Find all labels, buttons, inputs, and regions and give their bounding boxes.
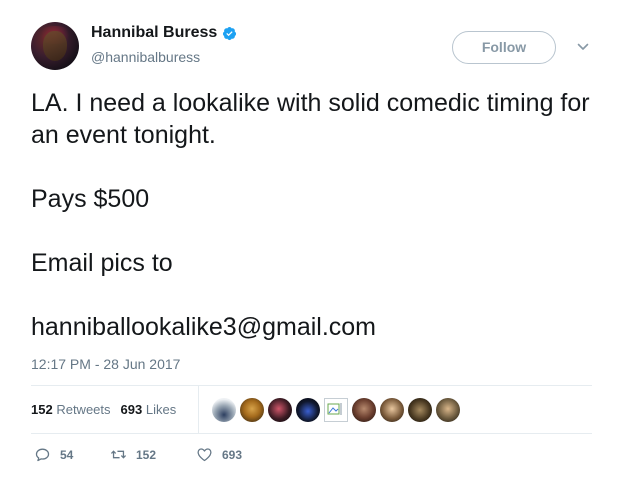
tweet-timestamp[interactable]: 12:17 PM - 28 Jun 2017 — [31, 356, 180, 372]
liker-avatar[interactable] — [436, 398, 460, 422]
liker-avatar[interactable] — [408, 398, 432, 422]
stats-separator — [198, 386, 199, 433]
broken-image-glyph — [327, 403, 342, 415]
tweet-line: Pays $500 — [31, 185, 150, 213]
display-name[interactable]: Hannibal Buress — [91, 24, 217, 42]
user-handle[interactable]: @hannibalburess — [91, 49, 200, 65]
reply-button[interactable]: 54 — [34, 446, 110, 463]
like-button[interactable]: 693 — [196, 446, 242, 463]
reply-icon — [35, 448, 50, 462]
tweet-line: hanniballookalike3@gmail.com — [31, 313, 377, 341]
author-name-row: Hannibal Buress — [91, 24, 237, 42]
avatar[interactable] — [31, 22, 79, 70]
retweets-stat[interactable]: 152 Retweets — [31, 402, 111, 417]
heart-icon — [197, 448, 212, 462]
tweet-line: LA. I need a lookalike with solid comedi… — [31, 89, 590, 149]
divider — [31, 433, 592, 434]
tweet-card: Hannibal Buress @hannibalburess Follow L… — [0, 0, 624, 485]
like-count: 693 — [222, 447, 243, 462]
retweets-count: 152 — [31, 402, 53, 417]
tweet-actions: 54 152 693 — [34, 446, 242, 463]
reply-count: 54 — [60, 447, 74, 462]
liker-avatar[interactable] — [352, 398, 376, 422]
liker-avatar[interactable] — [268, 398, 292, 422]
tweet-stats: 152 Retweets 693 Likes — [31, 386, 186, 433]
liker-avatar[interactable] — [380, 398, 404, 422]
chevron-down-icon[interactable] — [576, 40, 590, 54]
tweet-line: Email pics to — [31, 249, 173, 277]
likes-stat[interactable]: 693 Likes — [121, 402, 177, 417]
retweets-label: Retweets — [56, 402, 111, 417]
tweet-text: LA. I need a lookalike with solid comedi… — [31, 87, 591, 343]
likes-label: Likes — [145, 402, 177, 417]
broken-image-icon[interactable] — [324, 398, 348, 422]
likers-avatars — [212, 398, 460, 422]
liker-avatar[interactable] — [296, 398, 320, 422]
likes-count: 693 — [120, 402, 143, 417]
retweet-count: 152 — [136, 447, 157, 462]
avatar-face — [43, 31, 67, 61]
liker-avatar[interactable] — [212, 398, 236, 422]
verified-badge-icon — [223, 26, 237, 40]
liker-avatar[interactable] — [240, 398, 264, 422]
retweet-icon — [110, 450, 127, 459]
retweet-button[interactable]: 152 — [110, 446, 196, 463]
follow-button[interactable]: Follow — [452, 31, 556, 64]
